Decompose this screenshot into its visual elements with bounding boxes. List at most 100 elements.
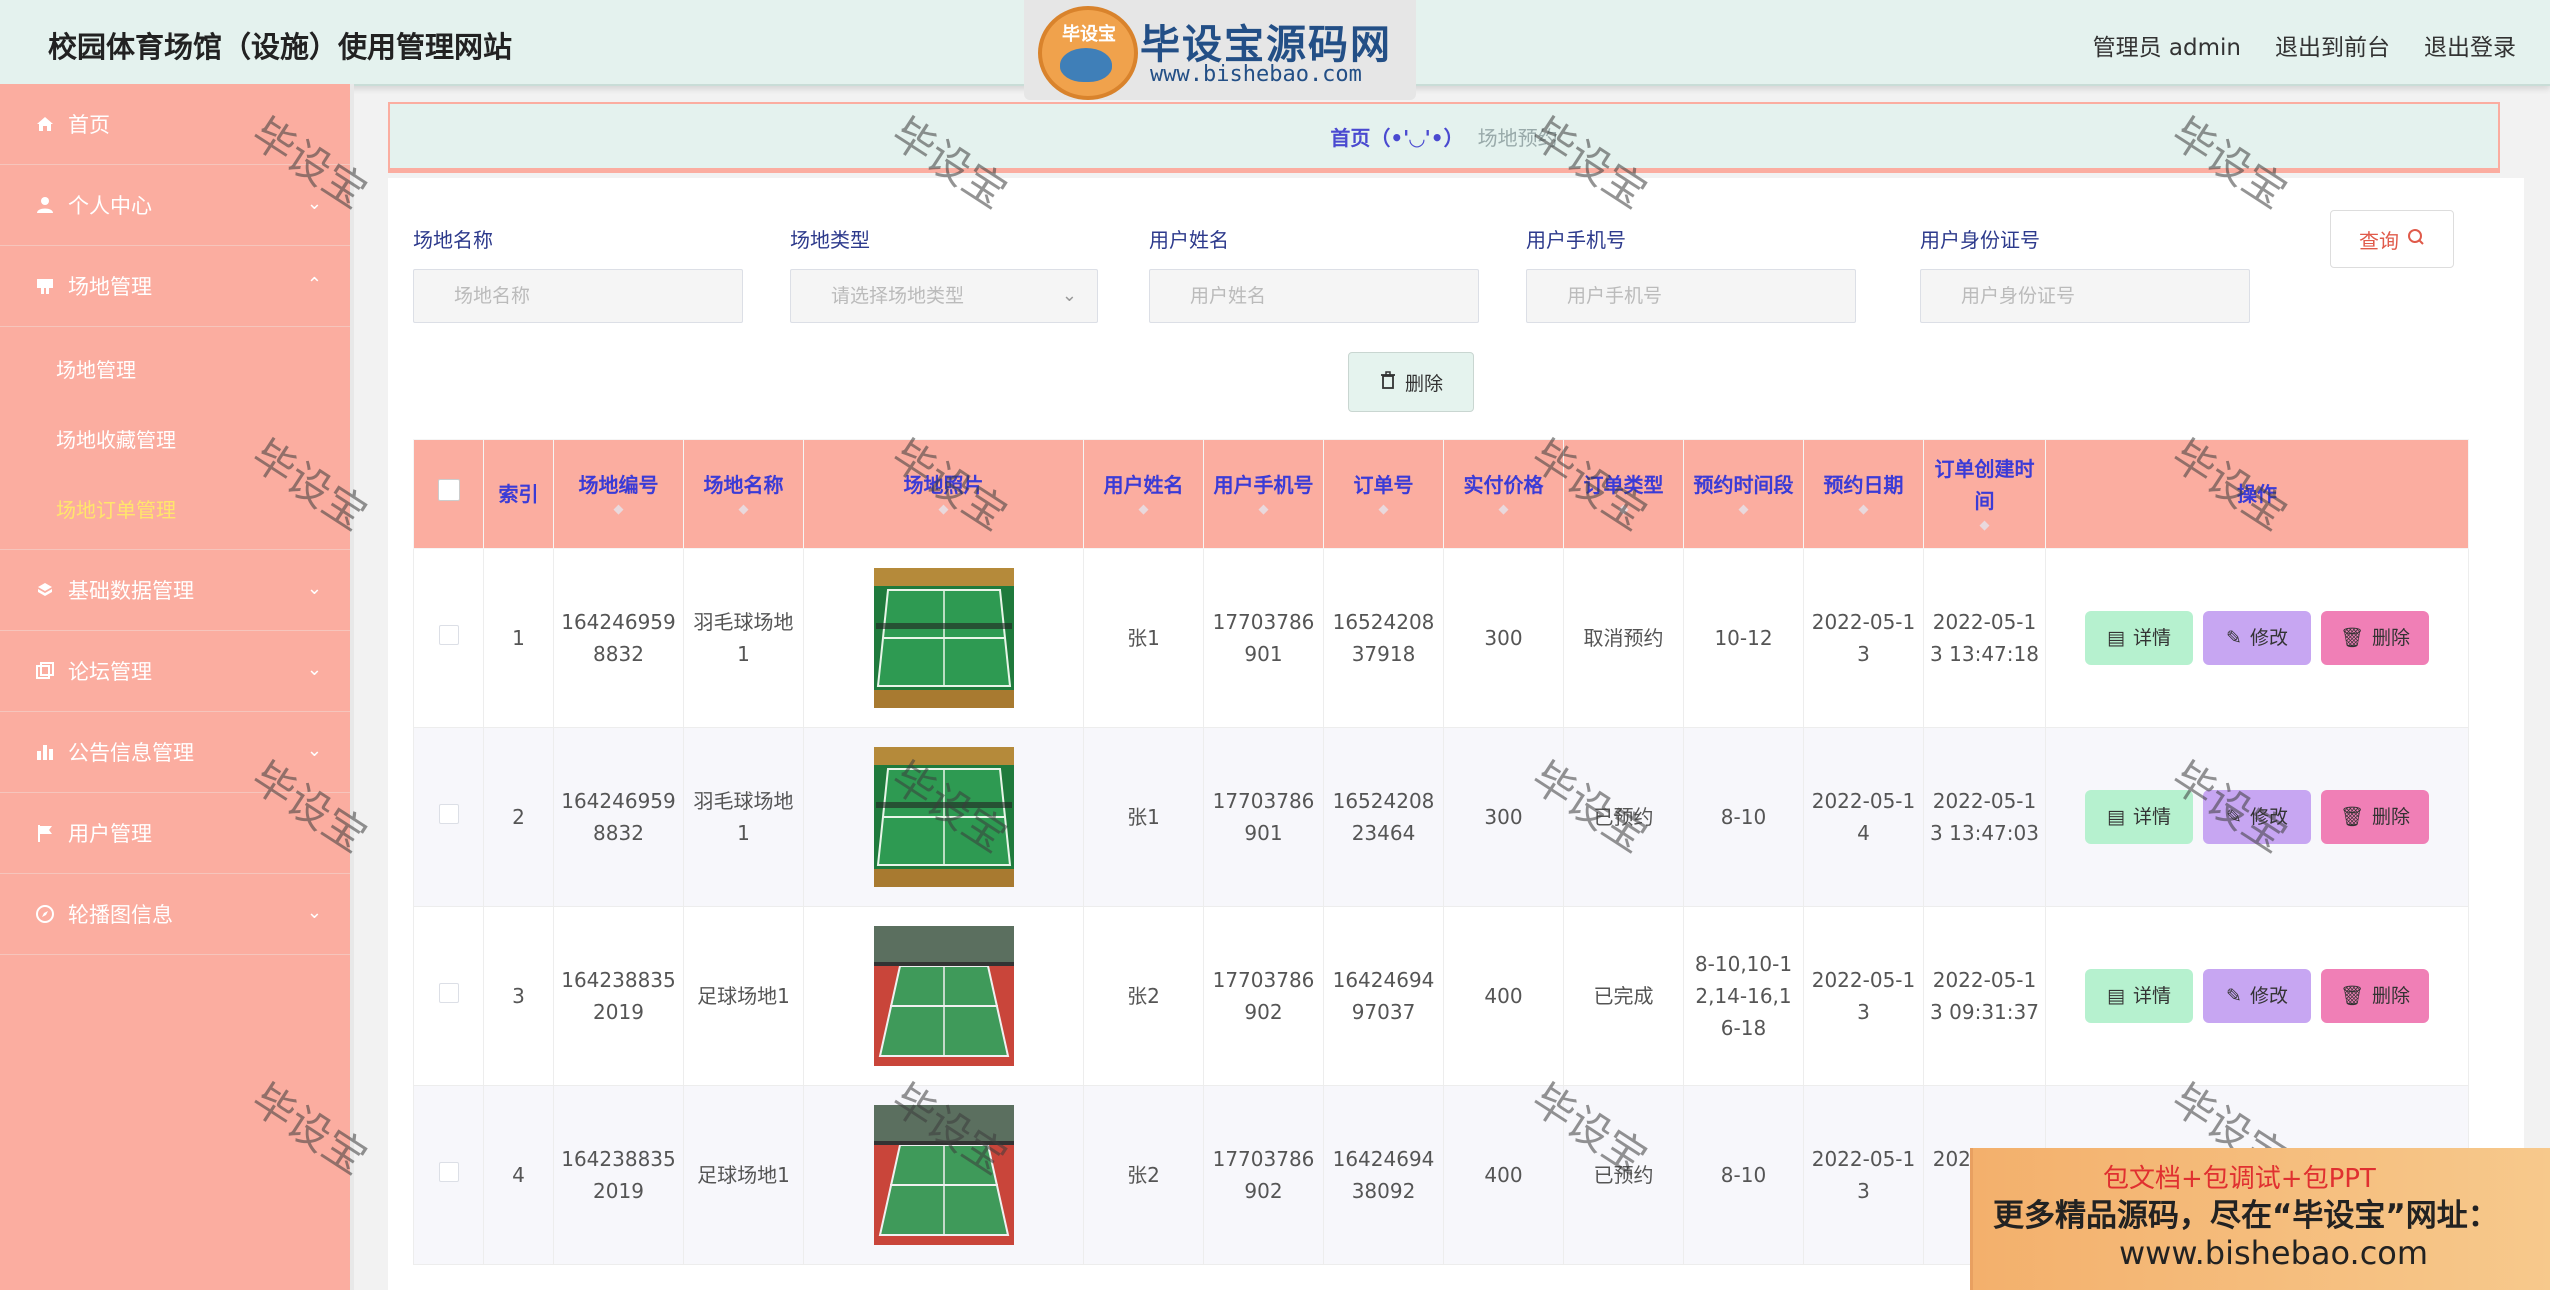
sort-icon[interactable]: ◆ — [558, 501, 679, 519]
row-checkbox[interactable] — [438, 1162, 459, 1182]
col-header-order-type[interactable]: 订单类型 ◆ — [1563, 439, 1684, 549]
query-button-label: 查询 — [2359, 228, 2399, 253]
col-header-venue-no[interactable]: 场地编号 ◆ — [553, 439, 684, 549]
col-header-label: 场地编号 — [578, 473, 659, 497]
col-header-user-name[interactable]: 用户姓名 ◆ — [1083, 439, 1204, 549]
home-icon — [34, 113, 56, 135]
time-slot: 8-10,10-12,14-16,16-18 — [1694, 952, 1793, 1040]
detail-button[interactable]: ▤ 详情 — [2085, 611, 2193, 665]
user-name-input[interactable]: 用户姓名 — [1149, 269, 1479, 323]
app-title: 校园体育场馆（设施）使用管理网站 — [48, 30, 513, 64]
col-header-phone[interactable]: 用户手机号 ◆ — [1203, 439, 1324, 549]
sort-icon[interactable]: ◆ — [1088, 501, 1199, 519]
user-name-cell: 张2 — [1083, 906, 1204, 1086]
select-all-cell — [413, 439, 484, 549]
col-header-order-no[interactable]: 订单号 ◆ — [1323, 439, 1444, 549]
orders-table: 索引 场地编号 ◆ 场地名称 ◆ 场地照片 ◆ 用户姓名 ◆ 用户手机号 ◆ 订单号 ◆ 实… — [413, 439, 2469, 1265]
sidebar-item-announcements[interactable]: 公告信息管理 ⌄ — [0, 712, 350, 793]
edit-button[interactable]: ✎ 修改 — [2203, 969, 2311, 1023]
breadcrumb-home[interactable]: 首页（•'◡'•） — [1330, 122, 1463, 151]
booking-date: 2022-05-13 — [1811, 610, 1916, 666]
order-no-cell: 1652420823464 — [1323, 727, 1444, 907]
sort-icon[interactable]: ◆ — [688, 501, 799, 519]
sort-icon[interactable]: ◆ — [1208, 501, 1319, 519]
sort-icon[interactable]: ◆ — [1568, 501, 1679, 519]
sidebar-item-basic-data[interactable]: 基础数据管理 ⌄ — [0, 550, 350, 631]
venue-name-input[interactable]: 场地名称 — [413, 269, 743, 323]
row-checkbox[interactable] — [438, 625, 459, 645]
sort-icon[interactable]: ◆ — [1328, 501, 1439, 519]
detail-button[interactable]: ▤ 详情 — [2085, 790, 2193, 844]
row-checkbox[interactable] — [438, 983, 459, 1003]
delete-button[interactable]: 🗑 删除 — [2321, 790, 2429, 844]
chevron-up-icon: ⌃ — [306, 274, 322, 295]
order-no: 1642469438092 — [1332, 1147, 1435, 1203]
detail-label: 详情 — [2132, 806, 2171, 828]
row-select-cell — [413, 1085, 484, 1265]
sidebar-item-venue[interactable]: 场地管理 ⌃ — [0, 246, 350, 327]
sidebar-item-home[interactable]: 首页 — [0, 84, 350, 165]
batch-delete-label: 删除 — [1404, 372, 1443, 395]
promo-banner[interactable]: 包文档+包调试+包PPT 更多精品源码，尽在“毕设宝”网址： www.bishe… — [1970, 1148, 2550, 1290]
sidebar-item-carousel[interactable]: 轮播图信息 ⌄ — [0, 874, 350, 955]
venue-no-cell: 1642388352019 — [553, 1085, 684, 1265]
booking-date-cell: 2022-05-13 — [1803, 1085, 1924, 1265]
delete-button[interactable]: 🗑 删除 — [2321, 611, 2429, 665]
document-icon: ▤ — [2107, 627, 2125, 649]
sort-icon[interactable]: ◆ — [1928, 517, 2041, 535]
table-header-row: 索引 场地编号 ◆ 场地名称 ◆ 场地照片 ◆ 用户姓名 ◆ 用户手机号 ◆ 订单号 ◆ 实… — [413, 439, 2469, 549]
search-user-idcard: 用户身份证号 用户身份证号 — [1920, 224, 2250, 323]
col-header-date[interactable]: 预约日期 ◆ — [1803, 439, 1924, 549]
edit-button[interactable]: ✎ 修改 — [2203, 790, 2311, 844]
row-checkbox[interactable] — [438, 804, 459, 824]
edit-button[interactable]: ✎ 修改 — [2203, 611, 2311, 665]
logout-link[interactable]: 退出登录 — [2424, 28, 2516, 62]
document-icon: ▤ — [2107, 806, 2125, 828]
trash-icon: 🗑 — [2339, 985, 2365, 1007]
col-header-price[interactable]: 实付价格 ◆ — [1443, 439, 1564, 549]
sort-icon[interactable]: ◆ — [808, 501, 1079, 519]
venue-no-cell: 1642469598832 — [553, 548, 684, 728]
sidebar-subitem-venue-favorites[interactable]: 场地收藏管理 — [0, 403, 350, 473]
time-slot-cell: 8-10,10-12,14-16,16-18 — [1683, 906, 1804, 1086]
sort-icon[interactable]: ◆ — [1808, 501, 1919, 519]
row-select-cell — [413, 906, 484, 1086]
sidebar-item-label: 公告信息管理 — [68, 741, 194, 765]
sidebar-subitem-venue-orders[interactable]: 场地订单管理 — [0, 473, 350, 543]
col-header-label: 索引 — [498, 482, 539, 506]
user-name: 张1 — [1127, 805, 1160, 829]
created-time: 2022-05-13 13:47:03 — [1930, 789, 2039, 845]
sort-icon[interactable]: ◆ — [1448, 501, 1559, 519]
order-type-cell: 已完成 — [1563, 906, 1684, 1086]
user-phone-input[interactable]: 用户手机号 — [1526, 269, 1856, 323]
created-time-cell: 2022-05-13 13:47:18 — [1923, 548, 2046, 728]
batch-delete-button[interactable]: 删除 — [1348, 352, 1474, 412]
back-to-front-link[interactable]: 退出到前台 — [2275, 28, 2390, 62]
actions-cell: ▤ 详情 ✎ 修改 🗑 删除 — [2045, 727, 2469, 907]
delete-button[interactable]: 🗑 删除 — [2321, 969, 2429, 1023]
sidebar-item-forum[interactable]: 论坛管理 ⌄ — [0, 631, 350, 712]
user-idcard-input[interactable]: 用户身份证号 — [1920, 269, 2250, 323]
user-name-cell: 张1 — [1083, 548, 1204, 728]
venue-type-select[interactable]: 请选择场地类型 ⌄ — [790, 269, 1098, 323]
sidebar-item-users[interactable]: 用户管理 — [0, 793, 350, 874]
booking-date-cell: 2022-05-14 — [1803, 727, 1924, 907]
order-type-cell: 已预约 — [1563, 727, 1684, 907]
col-header-venue-photo[interactable]: 场地照片 ◆ — [803, 439, 1084, 549]
select-all-checkbox[interactable] — [437, 479, 460, 501]
sidebar-item-profile[interactable]: 个人中心 ⌄ — [0, 165, 350, 246]
chevron-down-icon: ⌄ — [306, 740, 322, 761]
venue-icon — [34, 275, 56, 297]
order-no: 1652420837918 — [1332, 610, 1435, 666]
query-button[interactable]: 查询 — [2330, 210, 2454, 268]
col-header-venue-name[interactable]: 场地名称 ◆ — [683, 439, 804, 549]
trash-icon: 🗑 — [2339, 627, 2365, 649]
venue-submenu: 场地管理 场地收藏管理 场地订单管理 — [0, 327, 350, 550]
detail-button[interactable]: ▤ 详情 — [2085, 969, 2193, 1023]
venue-photo — [873, 568, 1014, 708]
sort-icon[interactable]: ◆ — [1688, 501, 1799, 519]
col-header-created[interactable]: 订单创建时间 ◆ — [1923, 439, 2046, 549]
sidebar-subitem-venue-manage[interactable]: 场地管理 — [0, 333, 350, 403]
logo-badge-icon: 毕设宝 — [1038, 6, 1138, 100]
col-header-time-slot[interactable]: 预约时间段 ◆ — [1683, 439, 1804, 549]
